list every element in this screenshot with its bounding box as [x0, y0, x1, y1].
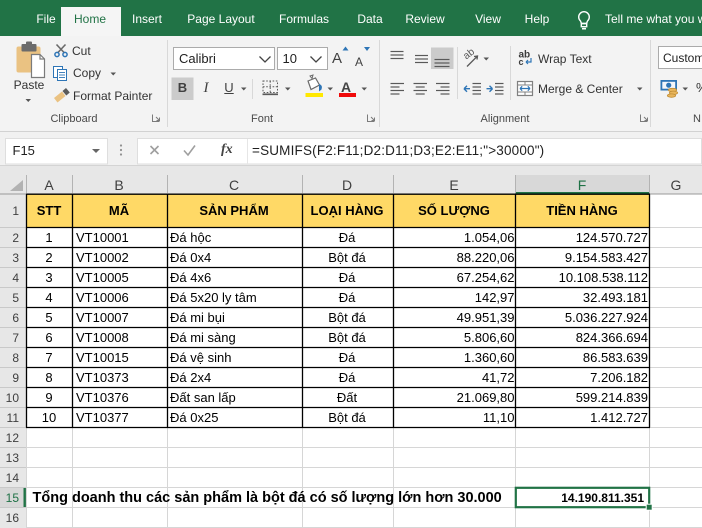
svg-text:c: c [519, 57, 524, 67]
